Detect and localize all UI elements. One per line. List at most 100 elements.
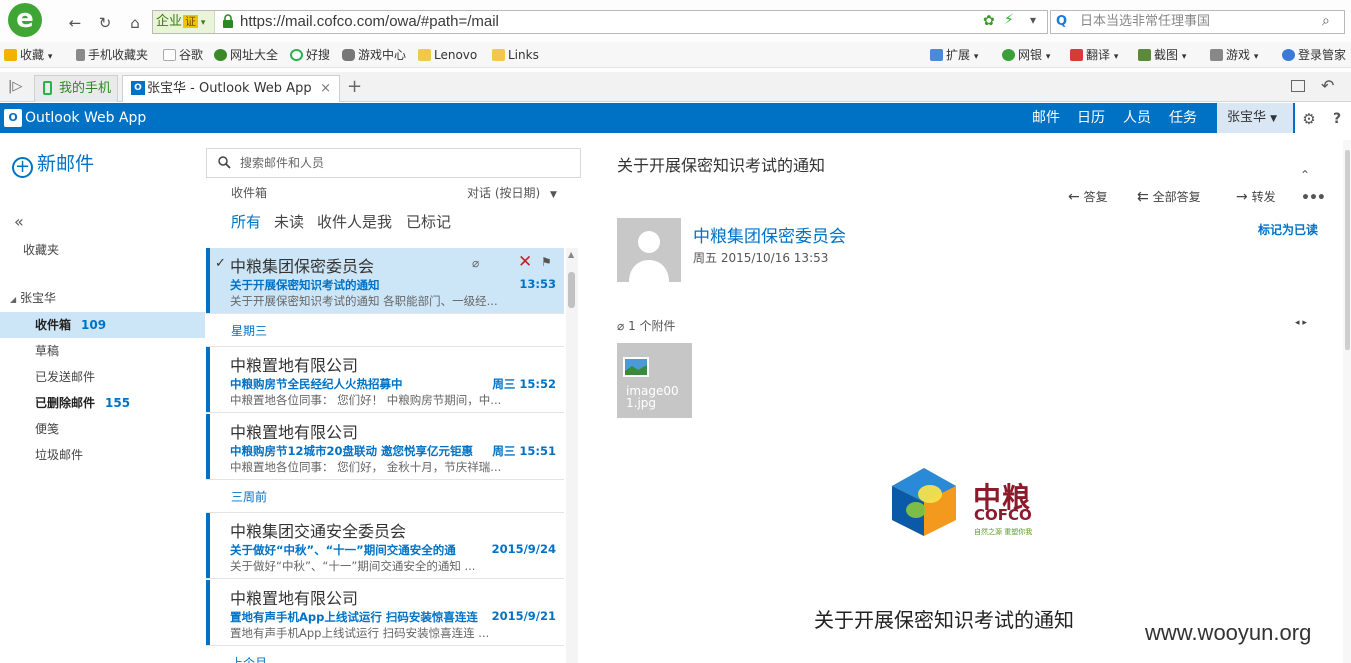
url-text[interactable]: https://mail.cofco.com/owa/#path=/mail — [240, 11, 499, 33]
new-tab-button[interactable]: + — [347, 76, 362, 97]
folder-sent[interactable]: 已发送邮件 — [0, 364, 205, 390]
list-scrollbar[interactable] — [566, 248, 578, 663]
list-folder-label: 收件箱 — [231, 186, 268, 200]
filter-to-me[interactable]: 收件人是我 — [317, 212, 392, 232]
search-engine-icon[interactable]: Q — [1056, 14, 1074, 30]
unread-bar — [206, 347, 210, 412]
folder-junk[interactable]: 垃圾邮件 — [0, 442, 205, 468]
message-preview: 关于开展保密知识考试的通知 各职能部门、一级经... — [230, 294, 498, 308]
bookmark-mobile[interactable]: 手机收藏夹 — [76, 46, 148, 64]
triangle-icon: ◢ — [10, 295, 17, 304]
attachment-nav-icon[interactable]: ◂ ▸ — [1295, 318, 1307, 328]
browser-search-text[interactable]: 日本当选非常任理事国 — [1080, 11, 1210, 33]
collapse-icon[interactable]: « — [14, 212, 24, 231]
checkmark-icon[interactable]: ✓ — [215, 256, 226, 271]
filter-all[interactable]: 所有 — [231, 212, 261, 232]
nav-mail[interactable]: 邮件 — [1032, 103, 1060, 136]
reply-all-button[interactable]: ⇇ 全部答复 — [1137, 188, 1201, 206]
group-header: 上个月 — [231, 656, 268, 663]
message-preview: 置地有声手机App上线试运行 扫码安装惊喜连连 ... — [230, 626, 490, 640]
undo-close-icon[interactable]: ↶ — [1321, 76, 1334, 95]
bookmark-label: 收藏 — [20, 48, 45, 62]
flag-icon[interactable]: ⚑ — [541, 255, 552, 269]
message-item[interactable]: 中粮置地有限公司 置地有声手机App上线试运行 扫码安装惊喜连连 2015/9/… — [206, 580, 564, 646]
expand-up-icon[interactable]: ⌃ — [1300, 168, 1310, 182]
filter-unread[interactable]: 未读 — [274, 212, 304, 232]
message-sender: 中粮集团保密委员会 — [230, 257, 375, 276]
enterprise-cert-badge[interactable]: 企业证 ▾ — [153, 11, 215, 33]
group-header: 三周前 — [206, 481, 564, 513]
account-name: 张宝华 — [19, 291, 56, 305]
nav-people[interactable]: 人员 — [1123, 103, 1151, 133]
folder-label: 已发送邮件 — [35, 370, 96, 384]
tab-my-phone[interactable]: 我的手机 — [34, 75, 118, 102]
reading-scrollbar-thumb[interactable] — [1345, 150, 1350, 350]
tool-label: 扩展 — [946, 48, 971, 62]
bookmark-links[interactable]: Links — [492, 46, 539, 64]
folder-drafts[interactable]: 草稿 — [0, 338, 205, 364]
speed-mode-icon[interactable]: ⚡ — [1004, 12, 1014, 28]
more-options-icon[interactable]: ••• — [1301, 190, 1326, 206]
scroll-up-icon[interactable]: ▲ — [568, 250, 574, 259]
message-item[interactable]: 中粮集团交通安全委员会 关于做好“中秋”、“十一”期间交通安全的通 2015/9… — [206, 513, 564, 579]
account-header[interactable]: ◢ 张宝华 — [10, 288, 56, 310]
mark-read-link[interactable]: 标记为已读 — [1258, 221, 1318, 238]
folder-notes[interactable]: 便笺 — [0, 416, 205, 442]
message-item[interactable]: 中粮置地有限公司 中粮购房节全民经纪人火热招募中 周三 15:52 中粮置地各位… — [206, 347, 564, 413]
list-scrollbar-thumb[interactable] — [568, 272, 575, 308]
sidebar-toggle-icon[interactable]: |▷ — [8, 79, 22, 94]
reply-button[interactable]: ← 答复 — [1068, 188, 1108, 206]
bookmark-games[interactable]: 游戏中心 — [342, 46, 406, 64]
back-icon[interactable]: ← — [64, 13, 86, 33]
gamepad-icon — [342, 49, 355, 61]
grid-icon — [930, 49, 943, 61]
enterprise-label: 企业 — [156, 14, 183, 29]
sort-dropdown[interactable]: 对话 (按日期) ▼ — [467, 184, 557, 201]
filter-flagged[interactable]: 已标记 — [406, 212, 451, 232]
bookmark-favorites[interactable]: 收藏 ▾ — [4, 46, 52, 64]
group-header: 星期三 — [206, 315, 564, 347]
home-icon[interactable]: ⌂ — [124, 13, 146, 33]
search-placeholder: 搜索邮件和人员 — [240, 156, 325, 170]
nav-calendar[interactable]: 日历 — [1077, 103, 1105, 133]
user-menu[interactable]: 张宝华 ▼ — [1217, 103, 1293, 133]
bookmark-haosou[interactable]: 好搜 — [290, 46, 330, 64]
bookmark-lenovo[interactable]: Lenovo — [418, 46, 477, 64]
bookmark-google[interactable]: 谷歌 — [163, 46, 203, 64]
message-item[interactable]: 中粮置地有限公司 中粮购房节12城市20盘联动 邀您悦享亿元钜惠 周三 15:5… — [206, 414, 564, 480]
new-mail-label: 新邮件 — [37, 153, 95, 175]
close-icon[interactable]: × — [320, 76, 331, 101]
refresh-icon[interactable]: ↻ — [94, 13, 116, 33]
attachment-name[interactable]: image001.jpg — [626, 385, 690, 409]
cofco-slogan: 自然之源 重塑你我 — [974, 528, 1033, 536]
screenshot-button[interactable]: 截图 ▾ — [1138, 46, 1186, 64]
sender-name-link[interactable]: 中粮集团保密委员会 — [693, 222, 846, 247]
games-button[interactable]: 游戏 ▾ — [1210, 46, 1258, 64]
restore-window-icon[interactable] — [1291, 80, 1305, 92]
ebank-button[interactable]: 网银 ▾ — [1002, 46, 1050, 64]
tab-owa[interactable]: O 张宝华 - Outlook Web App × — [122, 75, 340, 102]
extensions-button[interactable]: 扩展 ▾ — [930, 46, 978, 64]
translate-button[interactable]: 翻译 ▾ — [1070, 46, 1118, 64]
folder-deleted[interactable]: 已删除邮件 155 — [0, 390, 205, 416]
message-time: 13:53 — [519, 277, 556, 291]
bookmark-sites[interactable]: 网址大全 — [214, 46, 278, 64]
browser-logo-icon[interactable]: e — [8, 3, 42, 37]
nav-tasks[interactable]: 任务 — [1169, 103, 1197, 133]
scissors-icon — [1138, 49, 1151, 61]
search-icon[interactable]: ⌕ — [1322, 13, 1330, 29]
login-manager-button[interactable]: 登录管家 — [1282, 46, 1346, 64]
forward-button[interactable]: → 转发 — [1236, 188, 1276, 206]
security-shield-icon[interactable]: ✿ — [983, 13, 995, 29]
folder-label: 收件箱 — [35, 318, 72, 332]
favorites-header[interactable]: 收藏夹 — [23, 240, 59, 260]
message-item[interactable]: ✓ 中粮集团保密委员会 ⌀ ✕ ⚑ 关于开展保密知识考试的通知 13:53 关于… — [206, 248, 564, 314]
folder-inbox[interactable]: 收件箱 109 — [0, 312, 205, 338]
gear-icon[interactable]: ⚙ — [1295, 103, 1323, 133]
url-dropdown-icon[interactable]: ▾ — [1030, 13, 1036, 27]
delete-icon[interactable]: ✕ — [518, 252, 532, 272]
message-time: 周三 15:51 — [492, 444, 556, 458]
new-mail-button[interactable]: + 新邮件 — [12, 151, 94, 178]
message-time: 2015/9/21 — [491, 609, 556, 623]
help-icon[interactable]: ? — [1323, 103, 1351, 133]
